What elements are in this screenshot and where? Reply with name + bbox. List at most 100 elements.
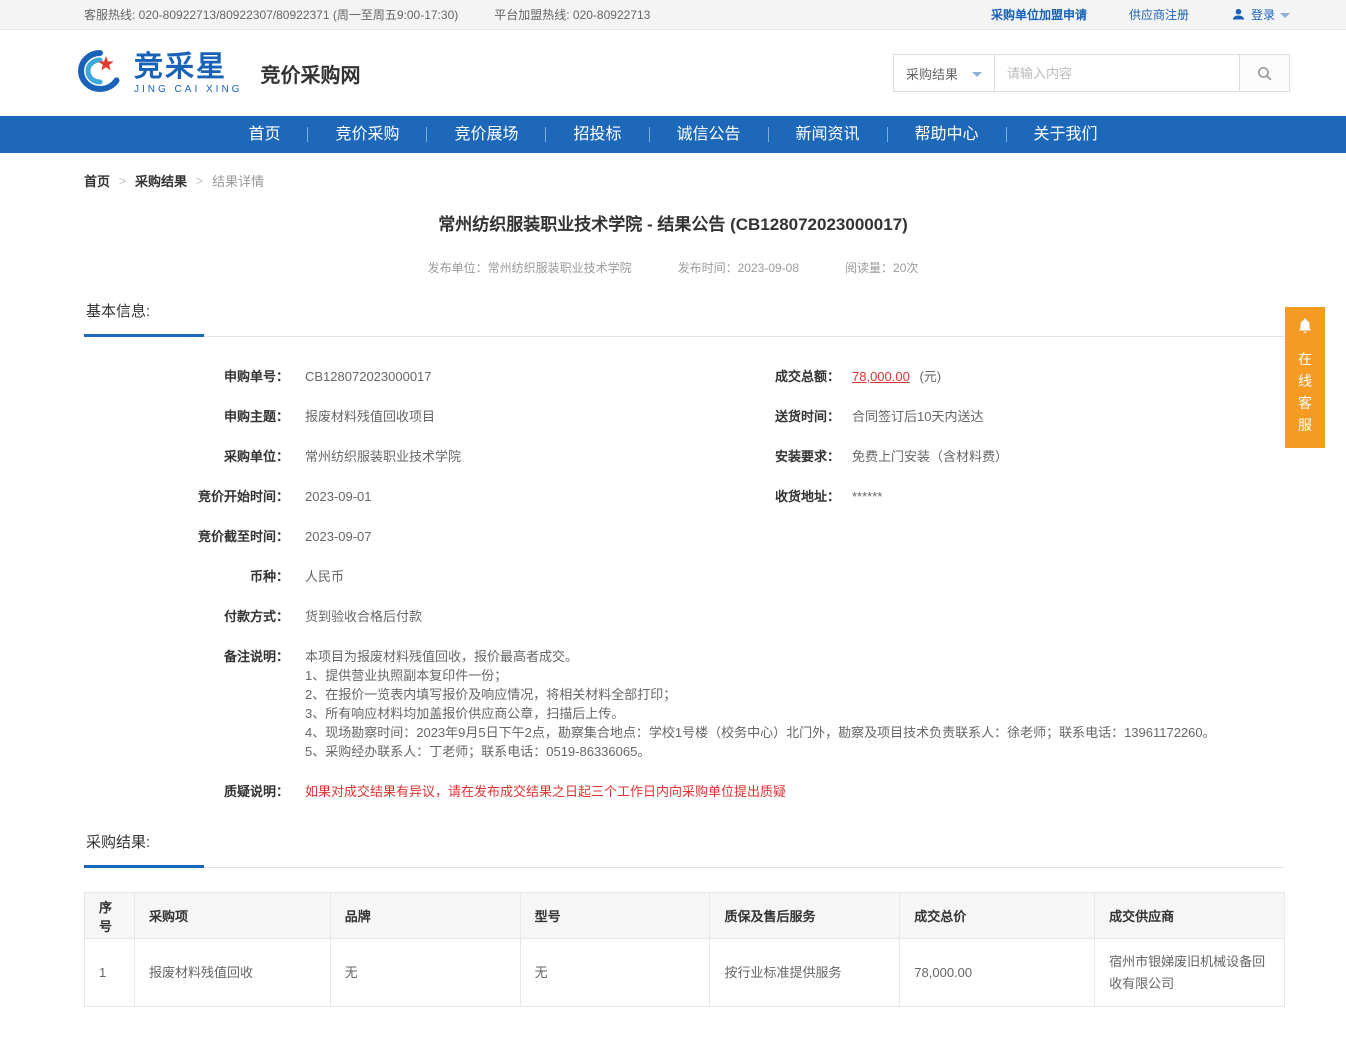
supplier-register-link[interactable]: 供应商注册 bbox=[1129, 6, 1189, 23]
logo-icon bbox=[76, 49, 124, 98]
brand-name: 竞采星 bbox=[134, 52, 242, 82]
nav-item-help-center[interactable]: 帮助中心 bbox=[888, 116, 1006, 153]
nav-item-news[interactable]: 新闻资讯 bbox=[769, 116, 887, 153]
table-cell: 无 bbox=[330, 939, 520, 1007]
remark-line: 5、采购经办联系人：丁老师；联系电话：0519-86336065。 bbox=[305, 742, 1216, 761]
table-header-cell: 序号 bbox=[85, 893, 135, 939]
field-label: 竞价截至时间： bbox=[84, 527, 289, 546]
objection-text: 如果对成交结果有异议，请在发布成交结果之日起三个工作日内向采购单位提出质疑 bbox=[305, 782, 786, 801]
nav-item-tenders[interactable]: 招投标 bbox=[546, 116, 648, 153]
field-value: CB128072023000017 bbox=[305, 367, 432, 386]
field-value: 报废材料残值回收项目 bbox=[305, 407, 435, 426]
remark-line: 1、提供营业执照副本复印件一份； bbox=[305, 666, 1216, 685]
table-header-cell: 采购项 bbox=[134, 893, 330, 939]
breadcrumb-separator: > bbox=[196, 174, 203, 188]
purchase-result-section-head: 采购结果: bbox=[84, 831, 1285, 868]
basic-info-section-head: 基本信息: bbox=[84, 300, 1285, 337]
search-category-value: 采购结果 bbox=[906, 64, 958, 83]
breadcrumb-purchase-results[interactable]: 采购结果 bbox=[135, 171, 187, 190]
purchase-result-section-title: 采购结果: bbox=[84, 831, 204, 868]
field-subject: 申购主题： 报废材料残值回收项目 bbox=[84, 407, 1285, 426]
table-header-cell: 成交供应商 bbox=[1095, 893, 1285, 939]
topbar-hotlines: 客服热线: 020-80922713/80922307/80922371 (周一… bbox=[84, 6, 650, 23]
field-label: 安装要求： bbox=[770, 447, 840, 466]
search-button[interactable] bbox=[1240, 54, 1290, 92]
basic-info-section-title: 基本信息: bbox=[84, 300, 204, 337]
publish-time: 发布时间：2023-09-08 bbox=[678, 259, 799, 276]
table-cell: 1 bbox=[85, 939, 135, 1007]
nav-item-bidding-purchase[interactable]: 竞价采购 bbox=[308, 116, 426, 153]
field-label: 申购单号： bbox=[84, 367, 289, 386]
read-count: 阅读量：20次 bbox=[845, 259, 918, 276]
field-label: 申购主题： bbox=[84, 407, 289, 426]
search-category-select[interactable]: 采购结果 bbox=[893, 54, 995, 92]
publisher: 发布单位：常州纺织服装职业技术学院 bbox=[428, 259, 632, 276]
table-header-cell: 成交总价 bbox=[900, 893, 1095, 939]
main-nav: 首页 竞价采购 竞价展场 招投标 诚信公告 新闻资讯 帮助中心 关于我们 bbox=[0, 116, 1346, 153]
table-header-cell: 型号 bbox=[520, 893, 710, 939]
remark-line: 2、在报价一览表内填写报价及响应情况，将相关材料全部打印； bbox=[305, 685, 1216, 704]
table-row: 1 报废材料残值回收 无 无 按行业标准提供服务 78,000.00 宿州市银娣… bbox=[85, 939, 1285, 1007]
field-value: 合同签订后10天内送达 bbox=[852, 407, 983, 426]
field-installation-requirement: 安装要求： 免费上门安装（含材料费） bbox=[770, 447, 1008, 466]
field-payment-method: 付款方式： 货到验收合格后付款 bbox=[84, 607, 1285, 626]
nav-item-bidding-hall[interactable]: 竞价展场 bbox=[427, 116, 545, 153]
field-value: 常州纺织服装职业技术学院 bbox=[305, 447, 461, 466]
search-input[interactable] bbox=[995, 54, 1240, 92]
search-bar: 采购结果 bbox=[893, 54, 1290, 92]
nav-item-integrity-notice[interactable]: 诚信公告 bbox=[650, 116, 768, 153]
article-header: 常州纺织服装职业技术学院 - 结果公告 (CB128072023000017) … bbox=[0, 210, 1346, 276]
field-label: 成交总额： bbox=[770, 367, 840, 386]
remark-line: 4、现场勘察时间：2023年9月5日下午2点，勘察集合地点：学校1号楼（校务中心… bbox=[305, 723, 1216, 742]
field-value: 货到验收合格后付款 bbox=[305, 607, 422, 626]
topbar-links: 采购单位加盟申请 供应商注册 登录 bbox=[991, 6, 1290, 23]
user-icon bbox=[1231, 7, 1246, 22]
brand: 竞采星 JING CAI XING 竞价采购网 bbox=[76, 49, 360, 98]
field-remarks: 备注说明： 本项目为报废材料残值回收，报价最高者成交。 1、提供营业执照副本复印… bbox=[84, 647, 1285, 761]
field-value: 免费上门安装（含材料费） bbox=[852, 447, 1008, 466]
breadcrumb-home[interactable]: 首页 bbox=[84, 171, 110, 190]
login-label: 登录 bbox=[1251, 6, 1275, 23]
deal-amount-link[interactable]: 78,000.00 bbox=[852, 369, 910, 384]
article-meta: 发布单位：常州纺织服装职业技术学院 发布时间：2023-09-08 阅读量：20… bbox=[0, 259, 1346, 276]
bell-icon bbox=[1296, 317, 1314, 335]
nav-item-about-us[interactable]: 关于我们 bbox=[1007, 116, 1125, 153]
field-total-amount: 成交总额： 78,000.00 (元) bbox=[770, 367, 1008, 386]
table-cell: 无 bbox=[520, 939, 710, 1007]
field-value: ****** bbox=[852, 487, 882, 506]
field-objection-note: 质疑说明： 如果对成交结果有异议，请在发布成交结果之日起三个工作日内向采购单位提… bbox=[84, 782, 1285, 801]
field-currency: 币种： 人民币 bbox=[84, 567, 1285, 586]
page-title: 常州纺织服装职业技术学院 - 结果公告 (CB128072023000017) bbox=[0, 210, 1346, 235]
breadcrumb-result-detail: 结果详情 bbox=[212, 171, 264, 190]
field-purchasing-unit: 采购单位： 常州纺织服装职业技术学院 bbox=[84, 447, 1285, 466]
online-service-tab[interactable]: 在线客服 bbox=[1285, 307, 1325, 448]
table-header-cell: 品牌 bbox=[330, 893, 520, 939]
table-header-row: 序号 采购项 品牌 型号 质保及售后服务 成交总价 成交供应商 bbox=[85, 893, 1285, 939]
field-bidding-end-time: 竞价截至时间： 2023-09-07 bbox=[84, 527, 1285, 546]
field-label: 采购单位： bbox=[84, 447, 289, 466]
purchaser-join-link[interactable]: 采购单位加盟申请 bbox=[991, 6, 1087, 23]
topbar: 客服热线: 020-80922713/80922307/80922371 (周一… bbox=[0, 0, 1346, 30]
breadcrumb-separator: > bbox=[119, 174, 126, 188]
amount-unit: (元) bbox=[919, 369, 941, 384]
nav-item-home[interactable]: 首页 bbox=[221, 116, 307, 153]
remark-text: 本项目为报废材料残值回收，报价最高者成交。 1、提供营业执照副本复印件一份； 2… bbox=[305, 647, 1216, 761]
service-hotline: 客服热线: 020-80922713/80922307/80922371 (周一… bbox=[84, 6, 458, 23]
result-table: 序号 采购项 品牌 型号 质保及售后服务 成交总价 成交供应商 1 报废材料残值… bbox=[84, 892, 1285, 1007]
field-label: 收货地址： bbox=[770, 487, 840, 506]
field-label: 竞价开始时间： bbox=[84, 487, 289, 506]
basic-info-left-column: 申购单号： CB128072023000017 申购主题： 报废材料残值回收项目… bbox=[84, 367, 1285, 801]
field-label: 送货时间： bbox=[770, 407, 840, 426]
basic-info-right-column: 成交总额： 78,000.00 (元) 送货时间： 合同签订后10天内送达 安装… bbox=[770, 367, 1008, 527]
remark-line: 本项目为报废材料残值回收，报价最高者成交。 bbox=[305, 647, 1216, 666]
chevron-down-icon bbox=[972, 72, 982, 77]
field-label: 付款方式： bbox=[84, 607, 289, 626]
remark-line: 3、所有响应材料均加盖报价供应商公章，扫描后上传。 bbox=[305, 704, 1216, 723]
table-cell: 宿州市银娣废旧机械设备回收有限公司 bbox=[1095, 939, 1285, 1007]
site-header: 竞采星 JING CAI XING 竞价采购网 采购结果 bbox=[0, 30, 1346, 116]
login-button[interactable]: 登录 bbox=[1231, 6, 1290, 23]
online-service-label: 在线客服 bbox=[1297, 348, 1313, 436]
site-name: 竞价采购网 bbox=[260, 59, 360, 88]
platform-hotline: 平台加盟热线: 020-80922713 bbox=[494, 6, 650, 23]
field-bidding-start-time: 竞价开始时间： 2023-09-01 bbox=[84, 487, 1285, 506]
